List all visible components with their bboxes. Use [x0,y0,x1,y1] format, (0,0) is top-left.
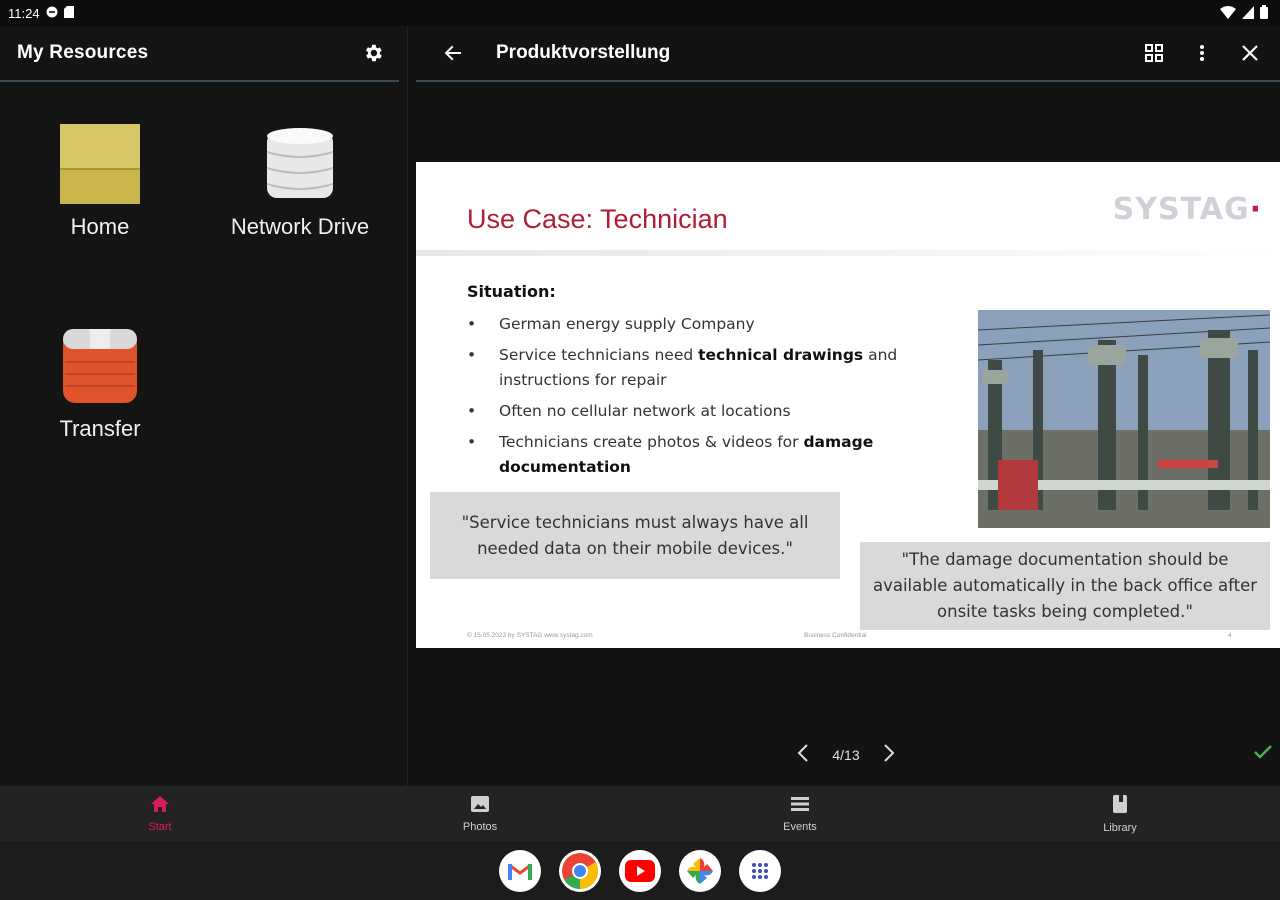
signal-icon [1242,5,1254,22]
app-drawer-icon[interactable] [739,850,781,892]
viewer-header: Produktvorstellung [416,26,1280,82]
close-icon[interactable] [1232,35,1268,71]
resource-label-home: Home [70,214,130,239]
bullet-text: German energy supply Company [499,315,755,333]
nav-tab-events[interactable]: Events [640,786,960,841]
home-folder-icon [60,124,140,204]
book-icon [1111,794,1129,819]
resource-network-drive[interactable]: Network Drive [200,124,400,240]
bullet-bold-text: technical drawings [698,346,864,364]
prev-page-chevron-icon[interactable] [796,743,810,768]
resource-label-network-drive: Network Drive [230,214,370,239]
logo-accent-dot: · [1249,192,1262,227]
nav-label-photos: Photos [462,820,498,833]
bottom-navigation: Start Photos Events Library [0,786,1280,841]
nav-label-start: Start [148,820,172,833]
slide-title: Use Case: Technician [467,204,728,234]
chrome-icon[interactable] [559,850,601,892]
slide-page: Use Case: Technician SYSTAG· Situation: … [416,162,1280,648]
bullet-item: Often no cellular network at locations [467,399,927,424]
bullet-text: Service technicians need [499,346,699,364]
nav-tab-start[interactable]: Start [0,786,320,841]
nav-label-events: Events [783,820,817,833]
page-navigator: 4/13 [796,740,896,770]
bullet-item: Service technicians need technical drawi… [467,343,927,393]
battery-icon [1260,5,1268,22]
nav-tab-photos[interactable]: Photos [320,786,640,841]
quote-box-1: "Service technicians must always have al… [430,492,840,579]
settings-gear-icon[interactable] [361,41,385,65]
resources-header: My Resources [0,26,399,82]
situation-heading: Situation: [467,282,556,301]
image-icon [470,795,490,818]
systag-logo-text: SYSTAG [1112,192,1250,227]
document-title: Produktvorstellung [496,42,671,63]
bullet-item: Technicians create photos & videos for d… [467,430,927,480]
photos-icon[interactable] [679,850,721,892]
wifi-icon [1220,5,1236,22]
bullet-text: Often no cellular network at locations [499,402,791,420]
list-icon [790,795,810,818]
situation-bullets: German energy supply Company Service tec… [467,312,927,486]
status-time: 11:24 [8,5,40,21]
bullet-text: Technicians create photos & videos for [499,433,804,451]
resource-transfer[interactable]: Transfer [0,326,200,442]
resource-home[interactable]: Home [0,124,200,240]
checkmark-icon[interactable] [1253,744,1273,765]
back-arrow-icon[interactable] [440,40,466,66]
slide-footer-copyright: © 15.05.2023 by SYSTAG www.systag.com [467,632,593,639]
youtube-icon[interactable] [619,850,661,892]
resources-title: My Resources [17,42,149,63]
nav-tab-library[interactable]: Library [960,786,1280,841]
home-icon [150,795,170,818]
next-page-chevron-icon[interactable] [882,743,896,768]
resources-pane: My Resources Home Network Drive Transfer [0,26,408,786]
systag-logo: SYSTAG· [1113,192,1262,227]
grid-view-icon[interactable] [1136,35,1172,71]
slide-footer-confidential: Business Confidential [804,632,867,639]
slide-footer-page: 4 [1228,632,1232,639]
sd-card-icon [63,5,74,21]
page-indicator: 4/13 [832,747,860,763]
system-dock [0,841,1280,900]
database-icon [260,124,340,204]
slide-divider [416,250,1280,256]
gmail-icon[interactable] [499,850,541,892]
substation-photo [978,310,1270,528]
document-viewer: Produktvorstellung Use Case: Technician … [409,26,1280,786]
transfer-box-icon [60,326,140,406]
resource-label-transfer: Transfer [59,416,141,441]
bullet-item: German energy supply Company [467,312,927,337]
more-options-icon[interactable] [1184,35,1220,71]
status-bar: 11:24 [0,0,1280,26]
nav-label-library: Library [1103,821,1137,834]
quote-box-2: "The damage documentation should be avai… [860,542,1270,630]
dnd-icon [46,6,58,21]
